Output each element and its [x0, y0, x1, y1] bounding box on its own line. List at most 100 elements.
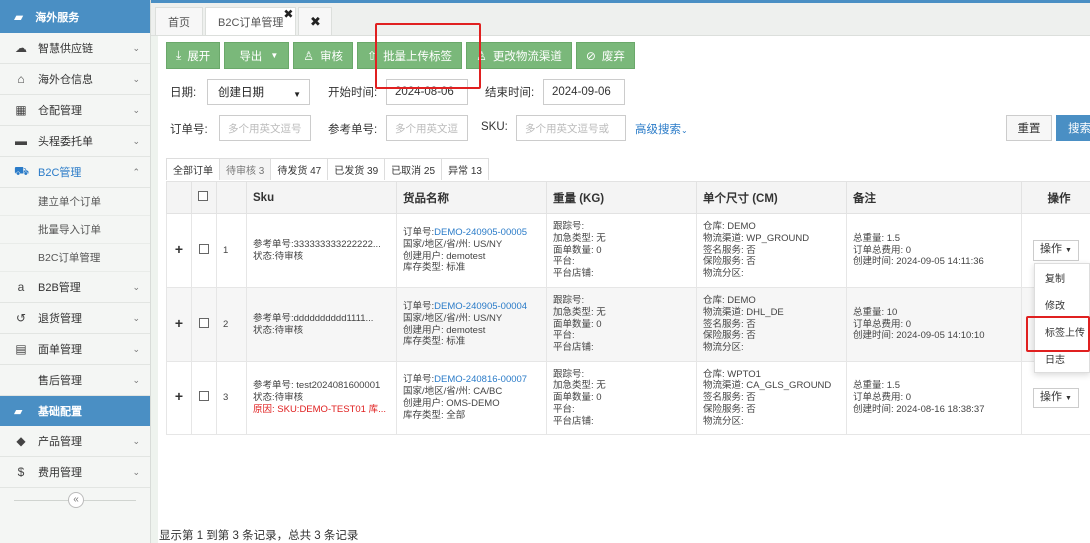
weight-line: 跟踪号:	[553, 368, 585, 380]
chevron-down-icon: ⌄	[132, 313, 140, 323]
change-channel-button[interactable]: ♙ 更改物流渠道	[466, 42, 572, 69]
header-remark: 备注	[846, 181, 1022, 214]
select-all-checkbox[interactable]	[198, 191, 208, 201]
remark-line: 创建时间: 2024-09-05 14:10:10	[853, 330, 985, 342]
end-time-input[interactable]: 2024-09-06	[543, 79, 625, 105]
remark-cell: 总重量: 1.5 订单总费用: 0 创建时间: 2024-09-05 14:11:3…	[846, 213, 1022, 288]
sidebar-subitem-2[interactable]: B2C订单管理	[0, 244, 150, 272]
tab-b2c-orders[interactable]: B2C订单管理 ✖	[205, 7, 297, 35]
discard-button[interactable]: ⊘ 废弃	[575, 42, 635, 69]
select-cell	[191, 361, 217, 435]
sku-line: 状态:待审核	[253, 250, 304, 262]
ref-no-input[interactable]: 多个用英文逗	[386, 115, 468, 141]
goods-line: 国家/地区/省/州: CA/BC	[403, 386, 503, 398]
table-row[interactable]: +1 参考单号:333333333222222... 状态:待审核 订单号:DEMO-…	[166, 213, 1090, 288]
sku-cell: 参考单号:dddddddddd1111... 状态:待审核	[246, 287, 397, 362]
sidebar-item-items-0[interactable]: ☁ 智慧供应链 ⌄	[0, 33, 150, 64]
table-row[interactable]: +2 参考单号:dddddddddd1111... 状态:待审核 订单号:DEMO-2…	[166, 287, 1090, 362]
remark-line: 订单总费用: 0	[853, 392, 912, 404]
order-no-link[interactable]: DEMO-240816-00007	[434, 374, 527, 385]
user-icon: ♙	[303, 48, 314, 63]
weight-cell: 跟踪号: 加急类型: 无面单数量: 0 平台: 平台店铺:	[546, 213, 697, 288]
status-tab-5[interactable]: 异常 13	[441, 158, 489, 180]
row-index: 3	[216, 361, 247, 435]
sidebar-section-basic-config[interactable]: ▰ 基础配置	[0, 396, 150, 426]
sidebar-item-items2-3[interactable]: 售后管理 ⌄	[0, 365, 150, 396]
sidebar-header-overseas[interactable]: ▰ 海外服务	[0, 0, 150, 33]
sidebar-item-items-2[interactable]: ▦ 仓配管理 ⌄	[0, 95, 150, 126]
status-tab-3[interactable]: 已发货 39	[327, 158, 386, 180]
order-no-link[interactable]: DEMO-240905-00004	[434, 301, 527, 312]
order-no-line: 订单号:DEMO-240905-00005	[403, 227, 546, 239]
chevron-down-icon: ⌄	[132, 375, 140, 385]
review-button[interactable]: ♙ 审核	[293, 42, 353, 69]
dollar-icon: $	[17, 465, 25, 479]
sidebar-item-items3-0[interactable]: ◆ 产品管理 ⌄	[0, 426, 150, 457]
expand-plus-icon[interactable]: +	[175, 388, 183, 404]
select-cell	[191, 287, 217, 362]
folder-icon: ▰	[14, 9, 24, 24]
sidebar-item-items2-2[interactable]: ▤ 面单管理 ⌄	[0, 334, 150, 365]
order-no-input[interactable]: 多个用英文逗号	[219, 115, 311, 141]
sidebar-item-items3-1[interactable]: $ 费用管理 ⌄	[0, 457, 150, 488]
tab-home[interactable]: 首页	[155, 7, 203, 35]
sidebar-item-label: B2C管理	[38, 167, 82, 179]
search-button[interactable]: 搜索	[1056, 115, 1090, 141]
status-tab-2[interactable]: 待发货 47	[270, 158, 329, 180]
expand-button[interactable]: ⤓ 展开	[166, 42, 221, 69]
row-checkbox[interactable]	[199, 243, 209, 254]
remark-cell: 总重量: 1.5 订单总费用: 0 创建时间: 2024-08-16 18:38:3…	[846, 361, 1022, 435]
remark-line: 总重量: 1.5	[853, 232, 900, 244]
goods-line: 库存类型: 全部	[403, 409, 466, 421]
export-button[interactable]: 导出 ▼	[224, 42, 290, 69]
dropdown-item-0[interactable]: 复制	[1035, 264, 1089, 291]
chevron-down-icon: ⌄	[132, 467, 140, 477]
close-icon[interactable]: ✖	[283, 7, 293, 21]
row-checkbox[interactable]	[199, 317, 209, 328]
row-checkbox[interactable]	[199, 391, 209, 402]
dropdown-item-1[interactable]: 修改	[1035, 291, 1089, 318]
folder-icon: ▰	[14, 405, 23, 418]
advanced-search-label: 高级搜索	[635, 124, 681, 136]
weight-line: 平台店铺:	[553, 268, 594, 280]
goods-cell: 订单号:DEMO-240905-00004 国家/地区/省/州: US/NY 创建用…	[396, 287, 547, 362]
reset-button[interactable]: 重置	[1006, 115, 1052, 141]
row-index: 2	[216, 287, 247, 362]
weight-line: 加急类型: 无	[553, 232, 606, 244]
sidebar-item-items-1[interactable]: ⌂ 海外仓信息 ⌄	[0, 64, 150, 95]
expand-cell: +	[166, 287, 192, 362]
operation-button[interactable]: 操作 ▼	[1033, 240, 1079, 261]
sidebar-collapse-button[interactable]: «	[68, 492, 84, 508]
row-index: 1	[216, 213, 247, 288]
header-size: 单个尺寸 (CM)	[696, 181, 847, 214]
operation-button[interactable]: 操作 ▼	[1033, 387, 1079, 409]
size-line: 签名服务: 否	[703, 318, 756, 330]
sku-input[interactable]: 多个用英文逗号或	[516, 115, 626, 141]
order-no-line: 订单号:DEMO-240905-00004	[403, 301, 546, 313]
operation-label: 操作	[1040, 243, 1063, 256]
status-tab-0[interactable]: 全部订单	[166, 158, 220, 180]
sidebar-item-items2-1[interactable]: ↺ 退货管理 ⌄	[0, 303, 150, 334]
page-tabs: 首页 B2C订单管理 ✖ ✖	[151, 3, 1090, 36]
goods-line: 库存类型: 标准	[403, 262, 466, 274]
goods-line: 创建用户: demotest	[403, 324, 486, 336]
weight-line: 平台店铺:	[553, 342, 594, 354]
sidebar-subitem-1[interactable]: 批量导入订单	[0, 216, 150, 244]
sidebar-subitem-0[interactable]: 建立单个订单	[0, 188, 150, 216]
close-all-tabs-button[interactable]: ✖	[298, 7, 333, 35]
review-label: 审核	[320, 50, 343, 63]
date-type-select[interactable]: 创建日期 ▼	[207, 79, 310, 105]
status-tab-4[interactable]: 已取消 25	[384, 158, 443, 180]
caret-down-icon: ▼	[270, 51, 279, 60]
goods-line: 库存类型: 标准	[403, 336, 466, 348]
order-no-link[interactable]: DEMO-240905-00005	[434, 227, 527, 238]
status-tab-1[interactable]: 待审核 3	[219, 158, 272, 180]
expand-plus-icon[interactable]: +	[175, 241, 183, 257]
table-row[interactable]: +3 参考单号: test2024081600001 状态:待审核 原因: SKU:D…	[166, 361, 1090, 435]
sidebar-item-items2-0[interactable]: a B2B管理 ⌄	[0, 272, 150, 303]
expand-plus-icon[interactable]: +	[175, 315, 183, 331]
advanced-search-link[interactable]: 高级搜索⌄	[635, 121, 688, 137]
remark-line: 总重量: 10	[853, 306, 898, 318]
sidebar-item-items-3[interactable]: ▬ 头程委托单 ⌄	[0, 126, 150, 157]
sidebar-item-items-4[interactable]: ⛟ B2C管理 ⌃	[0, 157, 150, 188]
